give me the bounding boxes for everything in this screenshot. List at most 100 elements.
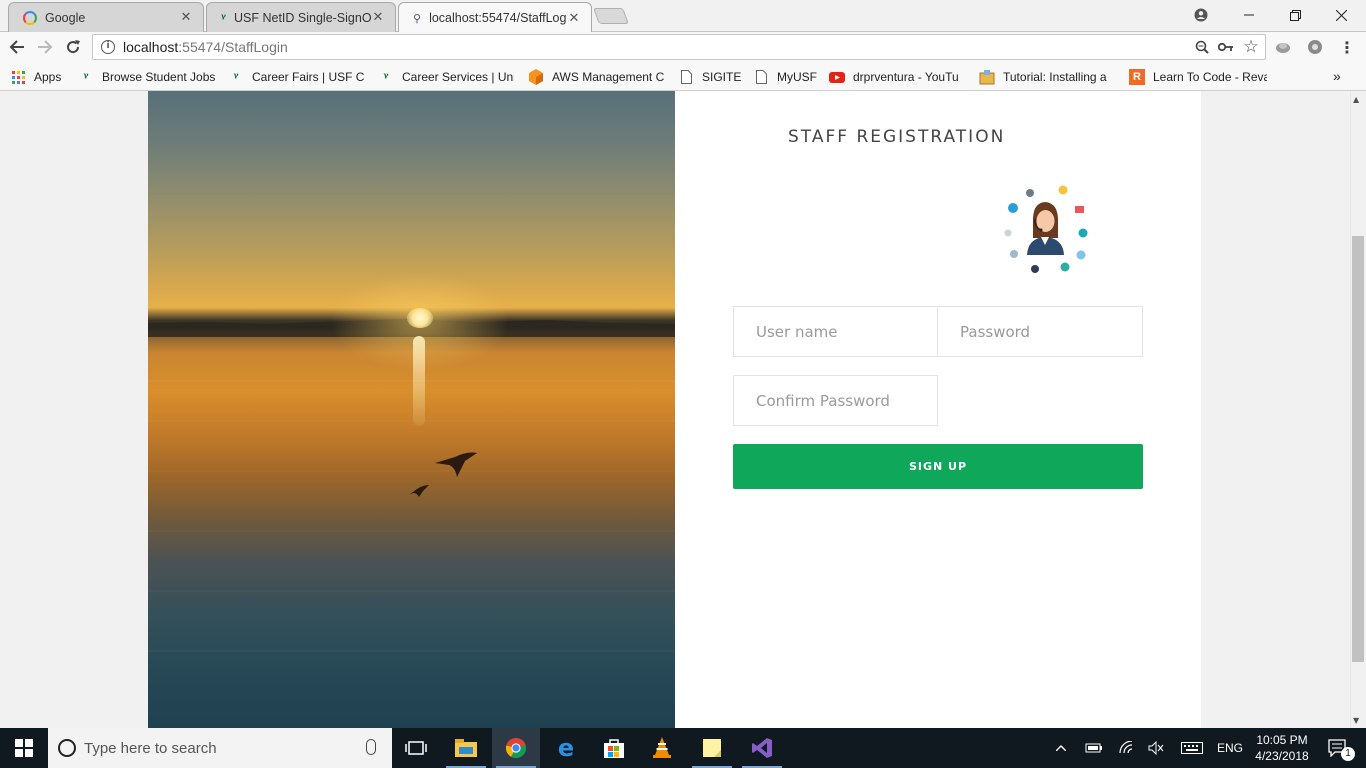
extension-icon[interactable] (1306, 38, 1324, 56)
bookmark-star-icon[interactable]: ☆ (1242, 37, 1260, 57)
tab-usf-netid[interactable]: ᵞ USF NetID Single-SignOn ✕ (206, 2, 396, 32)
bookmark-label: Learn To Code - Reva (1153, 70, 1267, 84)
bookmark-career-fairs[interactable]: ᵞ Career Fairs | USF Ca (228, 68, 365, 86)
chrome-icon (505, 738, 526, 759)
info-icon[interactable]: i (101, 40, 115, 54)
google-icon (23, 10, 37, 25)
clock-time: 10:05 PM (1256, 733, 1308, 747)
zoom-icon[interactable] (1193, 38, 1211, 56)
tab-title: Google (45, 10, 86, 25)
bookmark-label: MyUSF (777, 70, 817, 84)
username-input[interactable] (733, 306, 938, 357)
task-view-button[interactable] (392, 728, 440, 768)
taskbar-clock[interactable]: 10:05 PM 4/23/2018 (1244, 732, 1320, 764)
language-indicator[interactable]: ENG (1212, 728, 1248, 768)
apps-grid-icon (10, 69, 26, 85)
bookmark-tutorial[interactable]: Tutorial: Installing a (979, 68, 1113, 86)
visual-studio-icon (752, 738, 772, 758)
bookmark-learn-to-code[interactable]: R Learn To Code - Reva (1129, 68, 1267, 86)
volume-muted-icon[interactable] (1144, 728, 1168, 768)
chrome-app[interactable] (492, 728, 540, 768)
bookmark-apps[interactable]: Apps (10, 68, 61, 86)
vlc-cone-icon (653, 737, 671, 758)
menu-icon[interactable]: ⋮ (1338, 38, 1356, 57)
clock-date: 4/23/2018 (1255, 749, 1309, 763)
visual-studio-app[interactable] (738, 728, 786, 768)
confirm-password-input[interactable] (733, 375, 938, 426)
sunset-photo (148, 91, 675, 728)
bookmarks-overflow-button[interactable]: » (1333, 67, 1341, 85)
revature-r-icon: R (1129, 69, 1145, 85)
url-host: localhost (123, 39, 179, 55)
profile-icon[interactable] (1178, 0, 1224, 30)
search-placeholder: Type here to search (84, 739, 217, 757)
store-bag-icon (604, 739, 624, 758)
sticky-notes-app[interactable] (688, 728, 736, 768)
birds-silhouette (409, 452, 477, 497)
tab-google[interactable]: Google ✕ (8, 2, 204, 32)
action-center-icon[interactable]: 1 (1318, 728, 1358, 768)
sign-up-button[interactable]: SIGN UP (733, 444, 1143, 489)
close-icon[interactable]: ✕ (179, 10, 193, 25)
bookmark-label: drprventura - YouTu (853, 70, 959, 84)
tab-staff-login[interactable]: ⚲ localhost:55474/StaffLogin ✕ (398, 2, 592, 33)
bookmark-sigite[interactable]: SIGITE (678, 68, 741, 86)
usf-bull-icon: ᵞ (383, 70, 389, 84)
bookmark-label: AWS Management C (552, 70, 664, 84)
bookmark-label: Tutorial: Installing a (1003, 70, 1107, 84)
restore-button[interactable] (1272, 0, 1318, 30)
bookmark-myusf[interactable]: MyUSF (753, 68, 817, 86)
notification-badge: 1 (1341, 747, 1355, 761)
aws-cube-icon (528, 69, 544, 85)
support-agent-icon (1004, 185, 1088, 273)
bookmark-label: Career Fairs | USF Ca (252, 70, 364, 84)
microphone-icon[interactable] (366, 739, 376, 755)
scroll-up-arrow[interactable]: ▲ (1353, 95, 1359, 104)
page-title: STAFF REGISTRATION (788, 127, 1006, 147)
folder-icon (455, 739, 477, 757)
edge-app[interactable]: e (542, 728, 590, 768)
vlc-app[interactable] (638, 728, 686, 768)
tab-title: USF NetID Single-SignOn (234, 10, 371, 25)
bookmark-label: Career Services | Uni (402, 70, 514, 84)
minimize-button[interactable] (1226, 0, 1272, 30)
keyboard-icon[interactable] (1178, 728, 1206, 768)
address-bar[interactable]: i localhost:55474/StaffLogin (92, 34, 1266, 60)
battery-icon[interactable] (1082, 728, 1106, 768)
wifi-icon[interactable] (1114, 728, 1138, 768)
sun-reflection (413, 336, 425, 426)
window-close-button[interactable] (1318, 0, 1364, 30)
bookmark-aws[interactable]: AWS Management C (528, 68, 664, 86)
taskbar-search[interactable]: Type here to search (48, 728, 392, 768)
url-text: localhost:55474/StaffLogin (123, 39, 288, 55)
page-icon: ⚲ (413, 11, 422, 25)
back-button[interactable] (6, 36, 28, 58)
password-input[interactable] (937, 306, 1143, 357)
edge-icon: e (557, 734, 575, 762)
key-icon[interactable] (1217, 38, 1235, 56)
close-icon[interactable]: ✕ (567, 11, 581, 26)
bookmark-label: SIGITE (702, 70, 742, 84)
new-tab-button[interactable] (593, 8, 629, 24)
reload-button[interactable] (62, 36, 84, 58)
windows-logo-icon (15, 739, 33, 757)
file-explorer-app[interactable] (442, 728, 490, 768)
bookmark-browse-student-jobs[interactable]: ᵞ Browse Student Jobs (78, 68, 216, 86)
usf-bull-icon: ᵞ (221, 10, 226, 25)
close-icon[interactable]: ✕ (371, 10, 385, 25)
bookmark-label: Apps (34, 70, 62, 84)
bookmark-career-services[interactable]: ᵞ Career Services | Uni (378, 68, 515, 86)
forward-button[interactable] (34, 36, 56, 58)
tray-overflow-icon[interactable] (1050, 728, 1072, 768)
document-icon (753, 69, 769, 85)
usf-bull-icon: ᵞ (83, 70, 89, 84)
url-path: :55474/StaffLogin (178, 39, 288, 55)
extension-icon[interactable] (1274, 38, 1292, 56)
youtube-icon (829, 69, 845, 85)
scrollbar-thumb[interactable] (1352, 236, 1364, 662)
start-button[interactable] (0, 728, 48, 768)
bookmark-youtube[interactable]: drprventura - YouTu (829, 68, 965, 86)
usf-bull-icon: ᵞ (233, 70, 239, 84)
scroll-down-arrow[interactable]: ▼ (1353, 716, 1359, 725)
store-app[interactable] (590, 728, 638, 768)
